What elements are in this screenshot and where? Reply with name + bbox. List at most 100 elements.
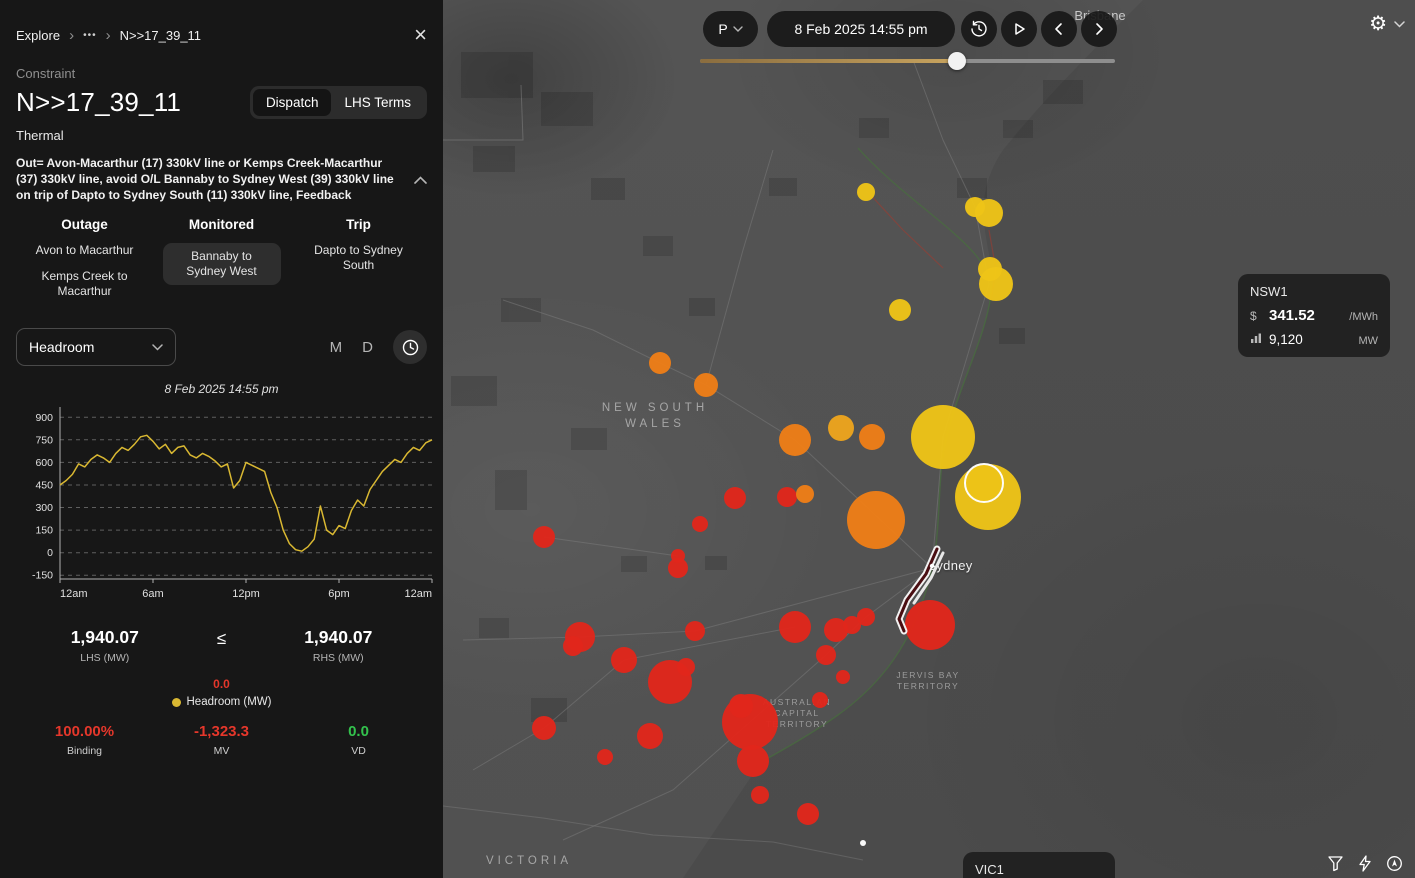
lhs-block: 1,940.07 LHS (MW)	[16, 627, 194, 664]
red-marker[interactable]	[737, 745, 769, 777]
orange-marker[interactable]	[779, 424, 811, 456]
tab-lhs-terms[interactable]: LHS Terms	[331, 89, 424, 116]
rhs-block: 1,940.07 RHS (MW)	[250, 627, 428, 664]
network-map[interactable]: BrisbaneNEW SOUTHWALESSydneyJERVIS BAYTE…	[443, 0, 1415, 878]
filter-icon	[1327, 855, 1344, 872]
svg-text:600: 600	[35, 457, 53, 469]
vd-label: VD	[290, 745, 427, 757]
range-day-button[interactable]: D	[362, 339, 373, 356]
region-card-nsw1[interactable]: NSW1 $ 341.52 /MWh 9,120 MW	[1238, 274, 1390, 357]
svg-text:-150: -150	[32, 570, 53, 582]
monitored-item[interactable]: Bannaby to Sydney West	[163, 243, 281, 285]
svg-text:12am: 12am	[404, 588, 432, 600]
metric-select[interactable]: Headroom	[16, 328, 176, 366]
mv-value: -1,323.3	[153, 723, 290, 740]
yellow-marker[interactable]	[965, 197, 985, 217]
orange-marker[interactable]	[694, 373, 718, 397]
orange-marker[interactable]	[649, 352, 671, 374]
mv-block: -1,323.3 MV	[153, 723, 290, 757]
red-marker[interactable]	[692, 516, 708, 532]
region-demand: 9,120	[1269, 332, 1303, 347]
range-time-button[interactable]	[393, 330, 427, 364]
red-marker[interactable]	[677, 658, 695, 676]
outage-column: Outage Avon to Macarthur Kemps Creek to …	[16, 217, 153, 310]
constraint-description: Out= Avon-Macarthur (17) 330kV line or K…	[16, 155, 406, 203]
trip-item[interactable]: Dapto to Sydney South	[303, 243, 415, 273]
outage-item[interactable]: Kemps Creek to Macarthur	[29, 269, 141, 299]
red-marker[interactable]	[724, 487, 746, 509]
amber-marker[interactable]	[828, 415, 854, 441]
red-marker[interactable]	[533, 526, 555, 548]
tab-dispatch[interactable]: Dispatch	[253, 89, 332, 116]
constraint-type: Thermal	[16, 128, 427, 143]
chevron-down-icon	[733, 26, 743, 32]
red-marker[interactable]	[905, 600, 955, 650]
yellow-marker[interactable]	[911, 405, 975, 469]
monitored-column: Monitored Bannaby to Sydney West	[153, 217, 290, 310]
svg-text:6am: 6am	[142, 588, 163, 600]
red-marker[interactable]	[597, 749, 613, 765]
headroom-legend-dot	[172, 698, 181, 707]
region-name: NSW1	[1250, 284, 1378, 299]
yellow-marker[interactable]	[889, 299, 911, 321]
red-marker[interactable]	[797, 803, 819, 825]
locate-button[interactable]	[1386, 855, 1403, 872]
period-select[interactable]: P	[703, 11, 758, 47]
red-marker[interactable]	[857, 608, 875, 626]
red-marker[interactable]	[779, 611, 811, 643]
step-forward-button[interactable]	[1081, 11, 1117, 47]
chevron-right-icon: ›	[106, 28, 111, 43]
red-marker[interactable]	[637, 723, 663, 749]
outage-item[interactable]: Avon to Macarthur	[29, 243, 141, 258]
lhs-value: 1,940.07	[16, 627, 194, 648]
range-month-button[interactable]: M	[330, 339, 343, 356]
rhs-label: RHS (MW)	[250, 652, 428, 664]
breadcrumb-explore[interactable]: Explore	[16, 28, 60, 43]
gear-icon: ⚙	[1369, 14, 1387, 34]
clock-history-icon	[970, 20, 988, 38]
close-icon[interactable]: ×	[414, 24, 427, 46]
red-marker[interactable]	[777, 487, 797, 507]
yellow-marker[interactable]	[978, 257, 1002, 281]
red-marker[interactable]	[611, 647, 637, 673]
svg-text:12pm: 12pm	[232, 588, 260, 600]
breadcrumb-current: N>>17_39_11	[120, 28, 201, 43]
chevron-up-icon[interactable]	[414, 172, 427, 187]
step-back-button[interactable]	[1041, 11, 1077, 47]
red-marker[interactable]	[671, 549, 685, 563]
time-history-button[interactable]	[961, 11, 997, 47]
yellow-marker[interactable]	[964, 463, 1004, 503]
breadcrumb-ellipsis[interactable]: •••	[83, 30, 97, 41]
headroom-chart[interactable]: 9007506004503001500-15012am6am12pm6pm12a…	[12, 398, 440, 613]
play-button[interactable]	[1001, 11, 1037, 47]
red-marker[interactable]	[532, 716, 556, 740]
chevron-left-icon	[1051, 21, 1067, 37]
bar-chart-icon	[1250, 332, 1262, 347]
settings-button[interactable]: ⚙	[1369, 14, 1405, 34]
time-slider[interactable]	[700, 55, 1115, 67]
svg-text:150: 150	[35, 525, 53, 537]
svg-text:0: 0	[47, 547, 53, 559]
filter-button[interactable]	[1327, 855, 1344, 872]
red-marker[interactable]	[812, 692, 828, 708]
orange-marker[interactable]	[859, 424, 885, 450]
lhs-label: LHS (MW)	[16, 652, 194, 664]
orange-marker[interactable]	[796, 485, 814, 503]
red-marker[interactable]	[816, 645, 836, 665]
red-marker[interactable]	[751, 786, 769, 804]
red-marker[interactable]	[836, 670, 850, 684]
red-marker[interactable]	[685, 621, 705, 641]
vd-block: 0.0 VD	[290, 723, 427, 757]
dollar-icon: $	[1250, 309, 1262, 323]
datetime-display[interactable]: 8 Feb 2025 14:55 pm	[767, 11, 955, 47]
constraint-sidebar: Explore › ••• › N>>17_39_11 × Constraint…	[0, 0, 443, 878]
region-card-vic1[interactable]: VIC1	[963, 852, 1115, 878]
period-select-value: P	[718, 21, 727, 37]
power-flow-button[interactable]	[1357, 855, 1373, 872]
red-marker[interactable]	[729, 694, 753, 718]
chevron-down-icon	[1394, 21, 1405, 28]
yellow-marker[interactable]	[857, 183, 875, 201]
orange-marker[interactable]	[847, 491, 905, 549]
white-marker[interactable]	[860, 840, 866, 846]
red-marker[interactable]	[563, 636, 583, 656]
